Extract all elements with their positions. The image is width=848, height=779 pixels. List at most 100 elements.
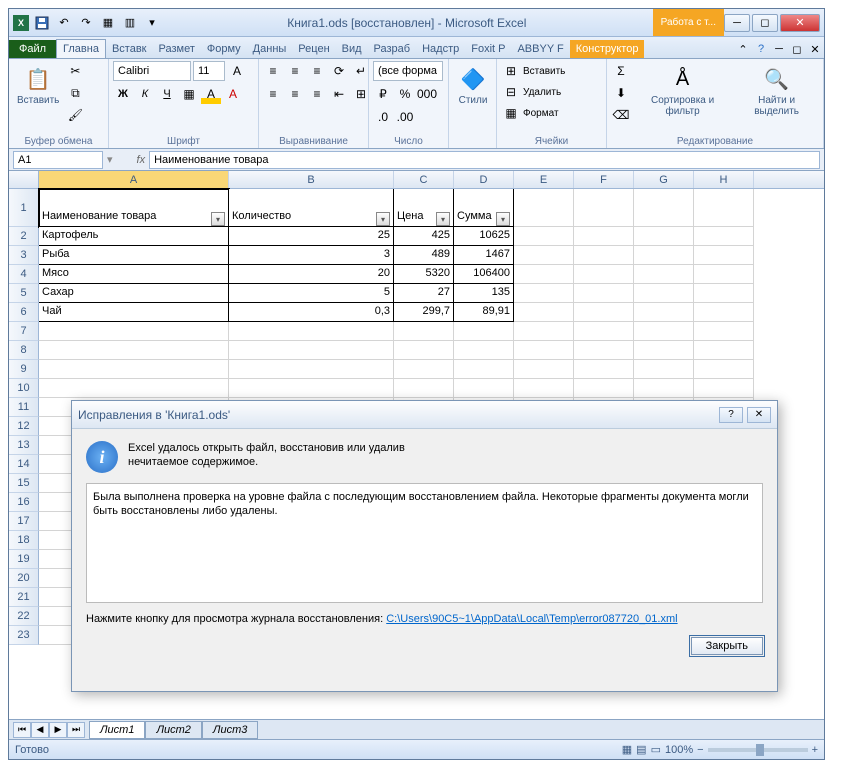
doc-close-icon[interactable]: ✕: [806, 40, 824, 58]
filter-icon[interactable]: ▾: [376, 212, 390, 226]
abbyy-tab[interactable]: ABBYY F: [511, 40, 569, 58]
cell[interactable]: [694, 303, 754, 322]
save-icon[interactable]: [33, 14, 51, 32]
help-icon[interactable]: ?: [752, 40, 770, 58]
wrap-icon[interactable]: ↵: [351, 61, 371, 81]
cell[interactable]: [694, 189, 754, 227]
cell[interactable]: [694, 379, 754, 398]
cell[interactable]: [394, 341, 454, 360]
constructor-tab[interactable]: Конструктор: [570, 40, 645, 58]
bold-icon[interactable]: Ж: [113, 84, 133, 104]
cell[interactable]: 5320: [394, 265, 454, 284]
cell[interactable]: [574, 303, 634, 322]
row-header[interactable]: 5: [9, 284, 39, 303]
styles-button[interactable]: 🔷Стили: [453, 61, 493, 108]
cell[interactable]: [229, 360, 394, 379]
cell[interactable]: 106400: [454, 265, 514, 284]
paste-button[interactable]: 📋 Вставить: [13, 61, 63, 108]
row-header[interactable]: 9: [9, 360, 39, 379]
zoom-level[interactable]: 100%: [665, 744, 693, 756]
cell[interactable]: [634, 265, 694, 284]
tab-first-icon[interactable]: ⏮: [13, 722, 31, 738]
cell[interactable]: [574, 246, 634, 265]
italic-icon[interactable]: К: [135, 84, 155, 104]
qat-icon2[interactable]: ▥: [121, 14, 139, 32]
copy-icon[interactable]: ⧉: [65, 83, 85, 103]
cell[interactable]: [634, 360, 694, 379]
row-header[interactable]: 19: [9, 550, 39, 569]
row-header[interactable]: 8: [9, 341, 39, 360]
cell[interactable]: [454, 341, 514, 360]
cell[interactable]: [634, 246, 694, 265]
sheet-tab[interactable]: Лист1: [89, 721, 145, 739]
col-header-G[interactable]: G: [634, 171, 694, 188]
align-mid-icon[interactable]: ≡: [285, 61, 305, 81]
grow-font-icon[interactable]: A: [227, 61, 247, 81]
format-painter-icon[interactable]: 🖌: [65, 105, 85, 125]
minimize-ribbon-icon[interactable]: ⌃: [734, 40, 752, 58]
cell[interactable]: 299,7: [394, 303, 454, 322]
cut-icon[interactable]: ✂: [65, 61, 85, 81]
row-header[interactable]: 1: [9, 189, 39, 227]
cell[interactable]: [694, 246, 754, 265]
cell[interactable]: [514, 303, 574, 322]
cell[interactable]: [514, 189, 574, 227]
cell[interactable]: [694, 341, 754, 360]
cell[interactable]: [634, 227, 694, 246]
insert-tab[interactable]: Вставк: [106, 40, 153, 58]
cell[interactable]: Сумма▾: [454, 189, 514, 227]
row-header[interactable]: 21: [9, 588, 39, 607]
col-header-A[interactable]: A: [39, 171, 229, 188]
cell[interactable]: 27: [394, 284, 454, 303]
zoom-slider[interactable]: [708, 748, 808, 752]
cell[interactable]: 5: [229, 284, 394, 303]
cell[interactable]: [454, 360, 514, 379]
cell[interactable]: [574, 379, 634, 398]
view-layout-icon[interactable]: ▤: [636, 743, 646, 756]
dialog-help-button[interactable]: ?: [719, 407, 743, 423]
cell[interactable]: [694, 360, 754, 379]
underline-icon[interactable]: Ч: [157, 84, 177, 104]
cell[interactable]: Сахар: [39, 284, 229, 303]
dialog-close-button[interactable]: ✕: [747, 407, 771, 423]
row-header[interactable]: 18: [9, 531, 39, 550]
cell[interactable]: [514, 246, 574, 265]
cell[interactable]: [694, 284, 754, 303]
cell[interactable]: [514, 379, 574, 398]
row-header[interactable]: 23: [9, 626, 39, 645]
col-header-C[interactable]: C: [394, 171, 454, 188]
formulas-tab[interactable]: Форму: [201, 40, 247, 58]
row-header[interactable]: 10: [9, 379, 39, 398]
align-top-icon[interactable]: ≡: [263, 61, 283, 81]
dialog-log-link[interactable]: C:\Users\90C5~1\AppData\Local\Temp\error…: [386, 613, 677, 625]
cell[interactable]: [634, 303, 694, 322]
cell[interactable]: [454, 379, 514, 398]
cell[interactable]: [514, 322, 574, 341]
inc-decimal-icon[interactable]: .0: [373, 107, 393, 127]
cell[interactable]: Чай: [39, 303, 229, 322]
cell[interactable]: [454, 322, 514, 341]
col-header-B[interactable]: B: [229, 171, 394, 188]
zoom-out-icon[interactable]: −: [697, 744, 703, 756]
cell[interactable]: [634, 322, 694, 341]
align-right-icon[interactable]: ≡: [307, 84, 327, 104]
col-header-F[interactable]: F: [574, 171, 634, 188]
maximize-button[interactable]: ◻: [752, 14, 778, 32]
font-name-combo[interactable]: Calibri: [113, 61, 191, 81]
cell[interactable]: [39, 360, 229, 379]
currency-icon[interactable]: ₽: [373, 84, 393, 104]
cell[interactable]: 0,3: [229, 303, 394, 322]
doc-restore-icon[interactable]: ◻: [788, 40, 806, 58]
cell[interactable]: [574, 284, 634, 303]
insert-cells-icon[interactable]: ⊞: [501, 61, 521, 81]
align-left-icon[interactable]: ≡: [263, 84, 283, 104]
filter-icon[interactable]: ▾: [496, 212, 510, 226]
fill-icon[interactable]: ⬇: [611, 83, 631, 103]
cell[interactable]: 25: [229, 227, 394, 246]
cell[interactable]: [574, 322, 634, 341]
cell[interactable]: [574, 341, 634, 360]
cell[interactable]: [514, 341, 574, 360]
view-break-icon[interactable]: ▭: [651, 743, 661, 756]
row-header[interactable]: 17: [9, 512, 39, 531]
orientation-icon[interactable]: ⟳: [329, 61, 349, 81]
